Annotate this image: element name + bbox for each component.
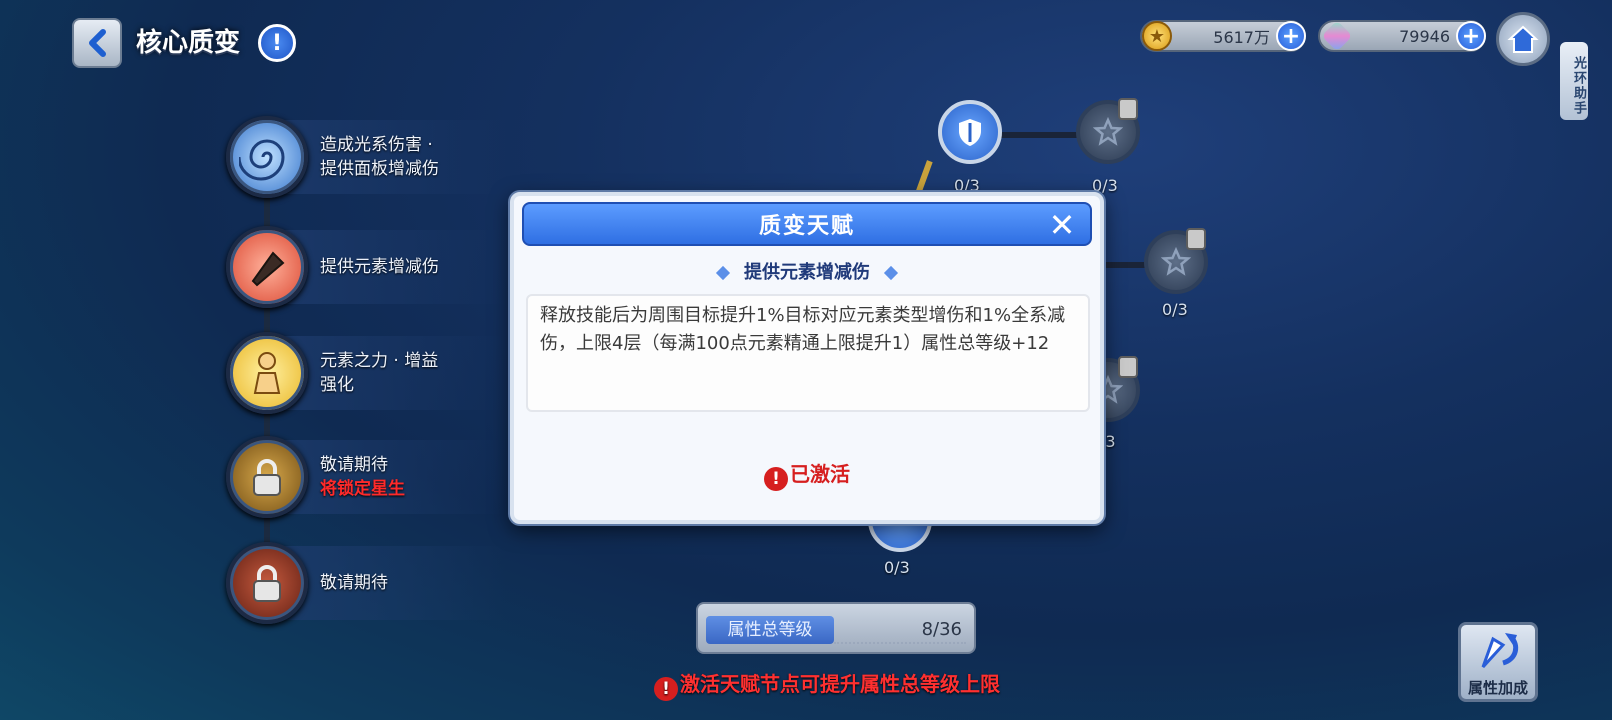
activation-status: ! 已激活	[514, 458, 1100, 491]
gem-amount: 79946	[1399, 26, 1450, 46]
gold-coin-icon: ★	[1142, 21, 1172, 51]
talent-description: 释放技能后为周围目标提升1%目标对应元素类型增伤和1%全系减伤，上限4层（每满1…	[526, 294, 1090, 412]
dialog-subtitle: 提供元素增减伤	[744, 262, 870, 283]
talent-detail-dialog: 质变天赋 ✕ 提供元素增减伤 释放技能后为周围目标提升1%目标对应元素类型增伤和…	[510, 192, 1104, 524]
refresh-arrow-icon	[1481, 633, 1519, 669]
talent-label-4: 敬请期待	[320, 455, 388, 475]
star-icon	[1161, 247, 1191, 276]
talent-item-1[interactable]: 造成光系伤害 · 提供面板增减伤	[226, 112, 506, 202]
tree-link	[1098, 262, 1148, 268]
attribute-bonus-label: 属性加成	[1467, 679, 1528, 697]
talent-label-1: 造成光系伤害 · 提供面板增减伤	[320, 135, 439, 179]
close-icon[interactable]: ✕	[1046, 209, 1078, 242]
star-icon	[1093, 117, 1123, 146]
node-progress: 0/3	[1162, 300, 1188, 319]
dialog-subtitle-row: 提供元素增减伤	[514, 258, 1100, 284]
gold-currency: ★ 5617万 +	[1140, 20, 1306, 52]
crystal-icon	[1321, 20, 1353, 52]
help-icon[interactable]: !	[258, 24, 296, 62]
status-label: 已激活	[790, 462, 850, 486]
gem-currency: 79946 +	[1318, 20, 1486, 52]
talent-label-5: 敬请期待	[320, 573, 388, 593]
attribute-level-label: 属性总等级	[706, 616, 834, 644]
diamond-icon	[883, 265, 899, 281]
node-progress: 0/3	[884, 558, 910, 577]
chevron-left-icon	[89, 29, 106, 57]
gem-add-button[interactable]: +	[1456, 21, 1486, 51]
dialog-header: 质变天赋 ✕	[522, 202, 1092, 246]
tree-node-shield[interactable]	[938, 100, 1002, 164]
missile-icon	[226, 226, 308, 308]
talent-item-4[interactable]: 敬请期待 将锁定星生	[226, 432, 506, 522]
talent-item-5[interactable]: 敬请期待	[226, 538, 506, 628]
lock-icon	[1118, 98, 1138, 120]
hint-text: 激活天赋节点可提升属性总等级上限	[680, 672, 1000, 696]
page-title: 核心质变	[136, 28, 241, 58]
lock-icon	[1118, 356, 1138, 378]
talent-label-2: 提供元素增减伤	[320, 257, 439, 277]
figure-icon	[226, 332, 308, 414]
gold-amount: 5617万	[1213, 28, 1270, 47]
activation-hint: ! 激活天赋节点可提升属性总等级上限	[654, 668, 1000, 701]
gold-add-button[interactable]: +	[1276, 21, 1306, 51]
talent-item-2[interactable]: 提供元素增减伤	[226, 222, 506, 312]
lock-icon	[226, 436, 308, 518]
home-icon	[1507, 25, 1539, 53]
diamond-icon	[715, 265, 731, 281]
lock-icon	[226, 542, 308, 624]
talent-label-3: 元素之力 · 增益强化	[320, 351, 439, 395]
alert-icon: !	[764, 467, 788, 491]
attribute-level-panel: 属性总等级 8/36	[696, 602, 976, 654]
swirl-icon	[226, 116, 308, 198]
attribute-bonus-button[interactable]: 属性加成	[1458, 622, 1538, 702]
talent-sub-4: 将锁定星生	[320, 479, 405, 499]
back-button[interactable]	[72, 18, 122, 68]
talent-item-3[interactable]: 元素之力 · 增益强化	[226, 328, 506, 418]
helper-tab[interactable]: 光环助手	[1560, 42, 1588, 120]
home-button[interactable]	[1496, 12, 1550, 66]
shield-icon	[959, 119, 981, 146]
tree-link	[1000, 132, 1082, 138]
lock-icon	[1186, 228, 1206, 250]
alert-icon: !	[654, 677, 678, 701]
attribute-level-value: 8/36	[921, 619, 962, 640]
dialog-title: 质变天赋	[758, 214, 855, 239]
